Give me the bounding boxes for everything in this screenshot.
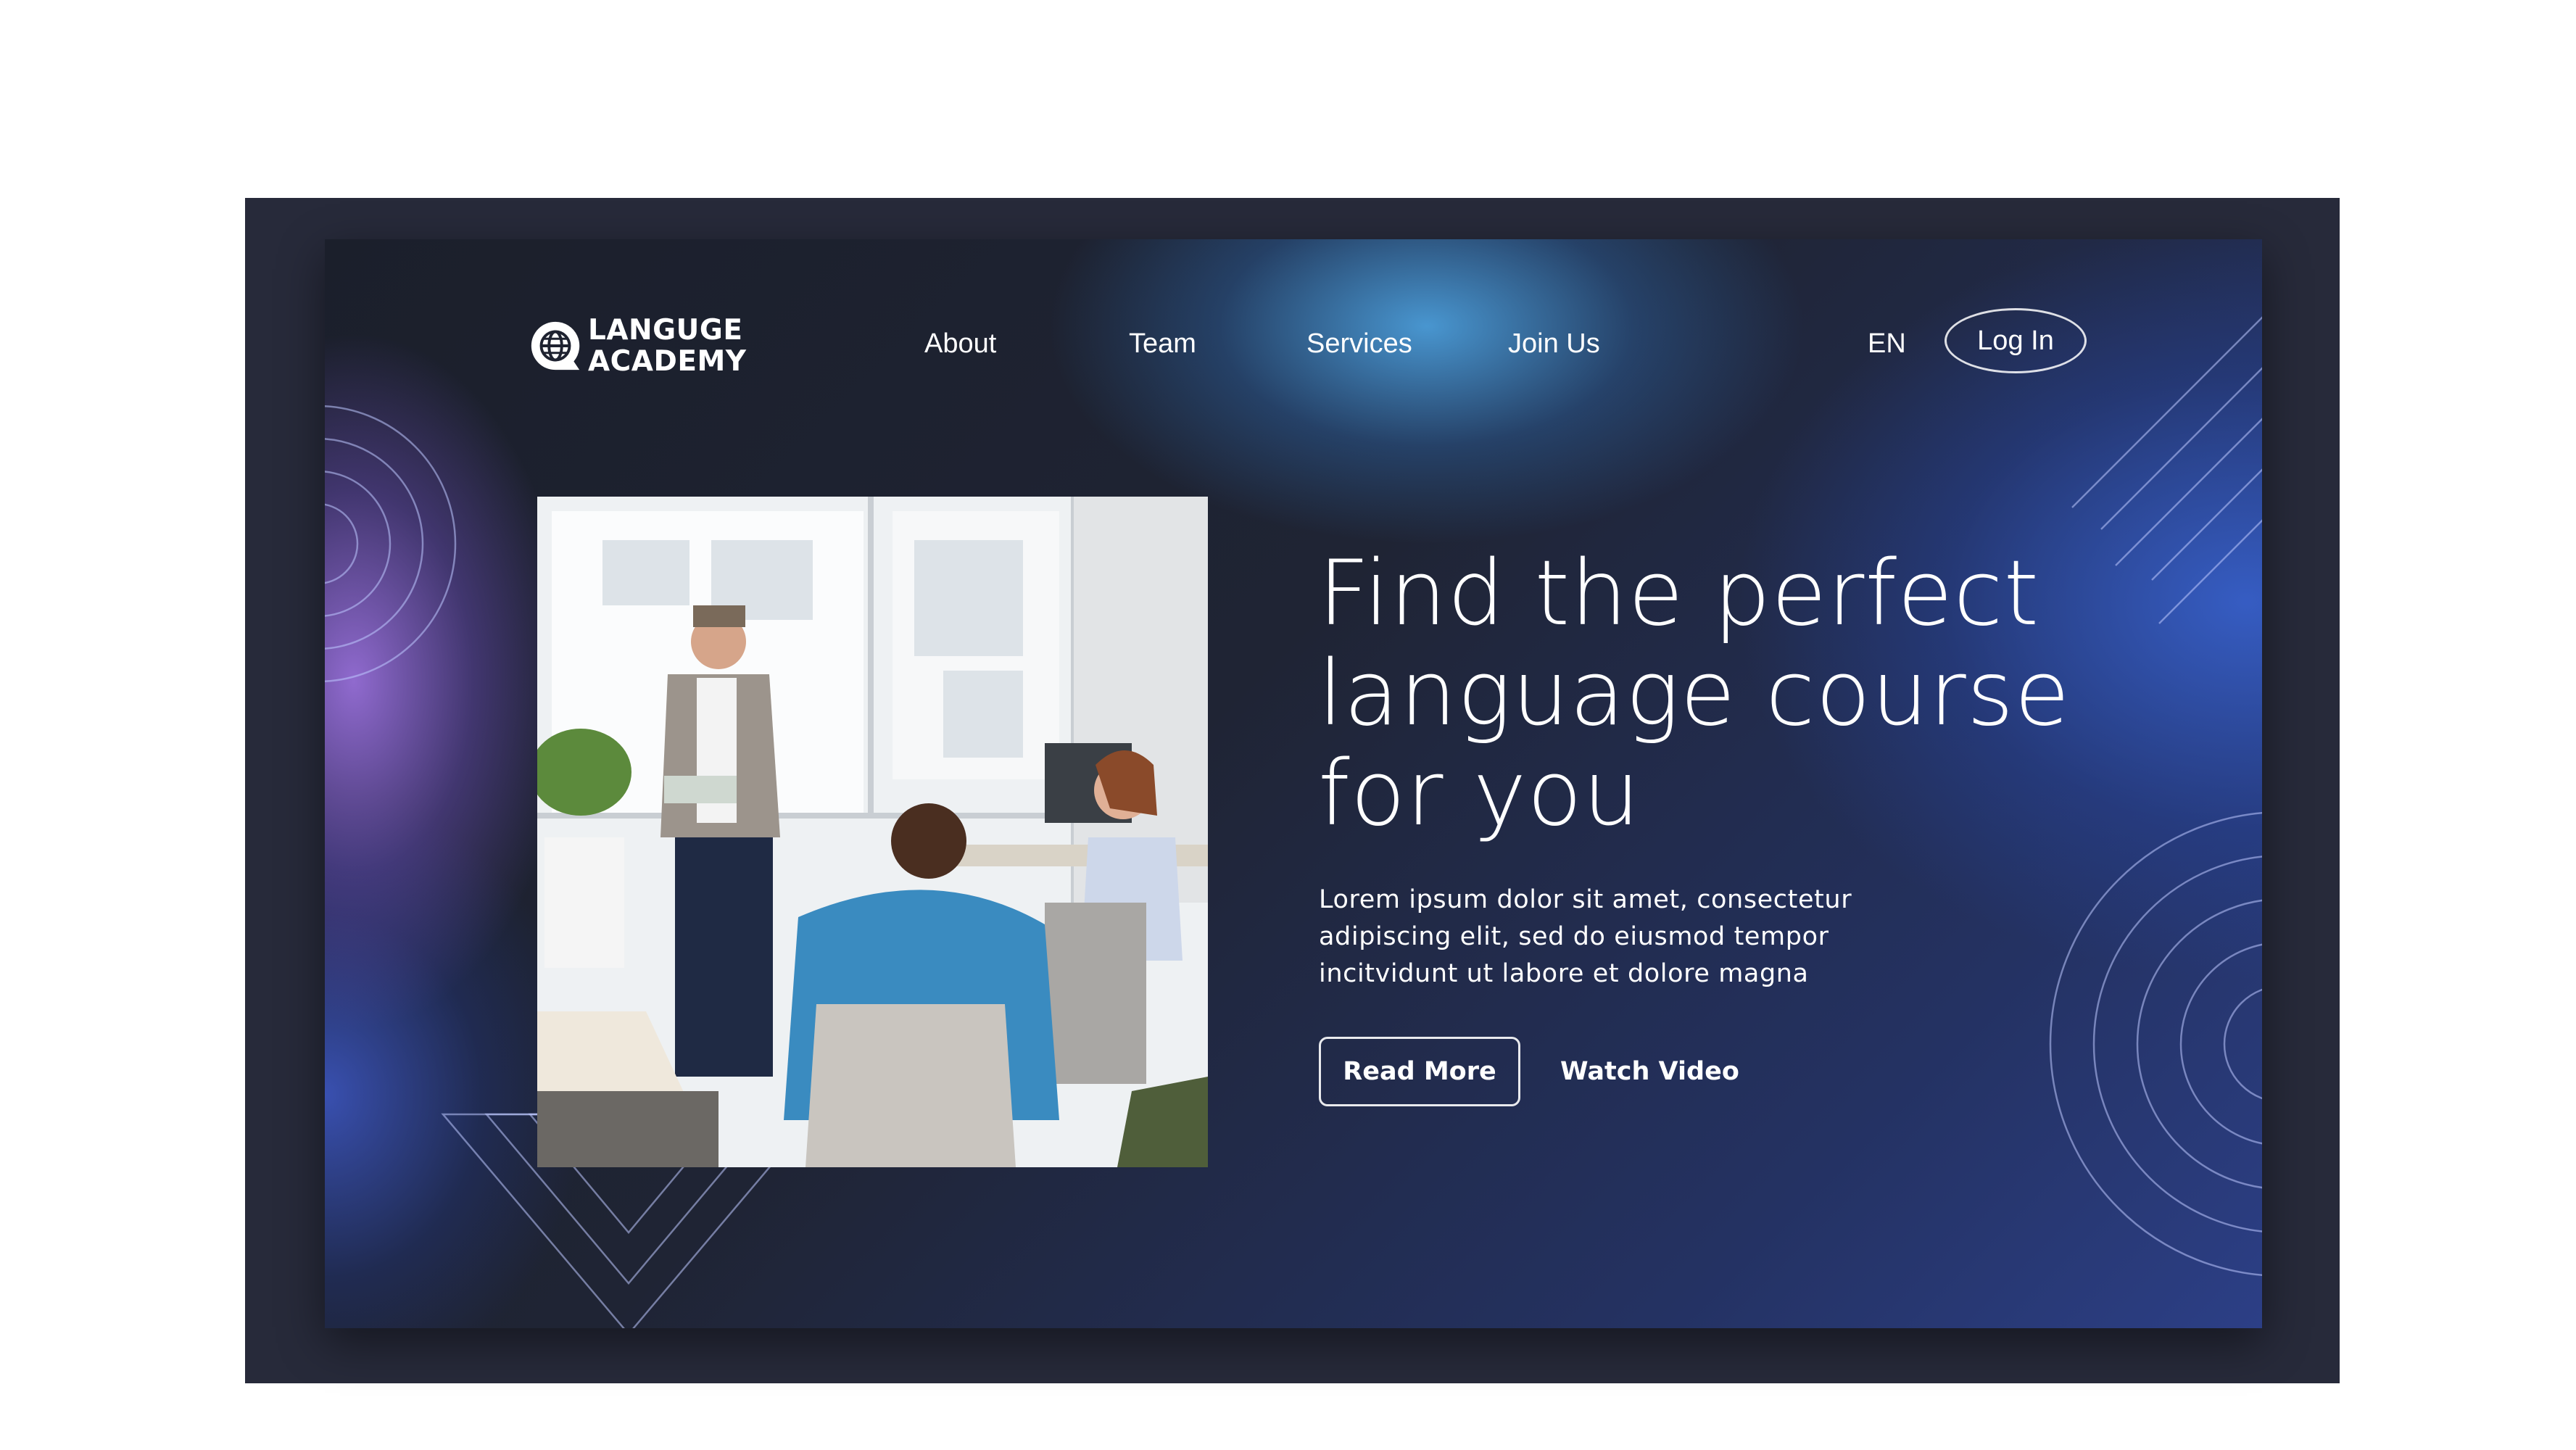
nav-link-services[interactable]: Services (1306, 328, 1412, 360)
brand-logo[interactable]: LANGUGE ACADEMY (527, 315, 747, 377)
brand-name: LANGUGE ACADEMY (588, 315, 747, 377)
description-line-2: adipiscing elit, sed do eiusmod tempor (1319, 922, 1829, 951)
nav-link-about[interactable]: About (924, 328, 996, 360)
description-line-1: Lorem ipsum dolor sit amet, consectetur (1319, 885, 1852, 914)
hero-description: Lorem ipsum dolor sit amet, consectetur … (1319, 882, 1942, 993)
nav-link-join-us[interactable]: Join Us (1508, 328, 1600, 360)
brand-line-2: ACADEMY (588, 345, 747, 378)
headline-line-2: language course (1318, 642, 2071, 746)
language-selector[interactable]: EN (1868, 328, 1906, 360)
headline-line-1: Find the perfect (1318, 542, 2040, 646)
hero-photo (537, 497, 1208, 1167)
watch-video-link[interactable]: Watch Video (1560, 1037, 1739, 1106)
brand-line-1: LANGUGE (588, 314, 743, 347)
headline-line-3: for you (1318, 742, 1641, 846)
login-button[interactable]: Log In (1945, 308, 2087, 373)
nav-link-team[interactable]: Team (1129, 328, 1196, 360)
landing-page: LANGUGE ACADEMY About Team Services Join… (325, 239, 2262, 1328)
description-line-3: incitvidunt ut labore et dolore magna (1319, 959, 1809, 988)
hero-headline: Find the perfect language course for you (1318, 544, 2159, 844)
globe-chat-icon (531, 321, 580, 370)
read-more-button[interactable]: Read More (1319, 1037, 1520, 1106)
